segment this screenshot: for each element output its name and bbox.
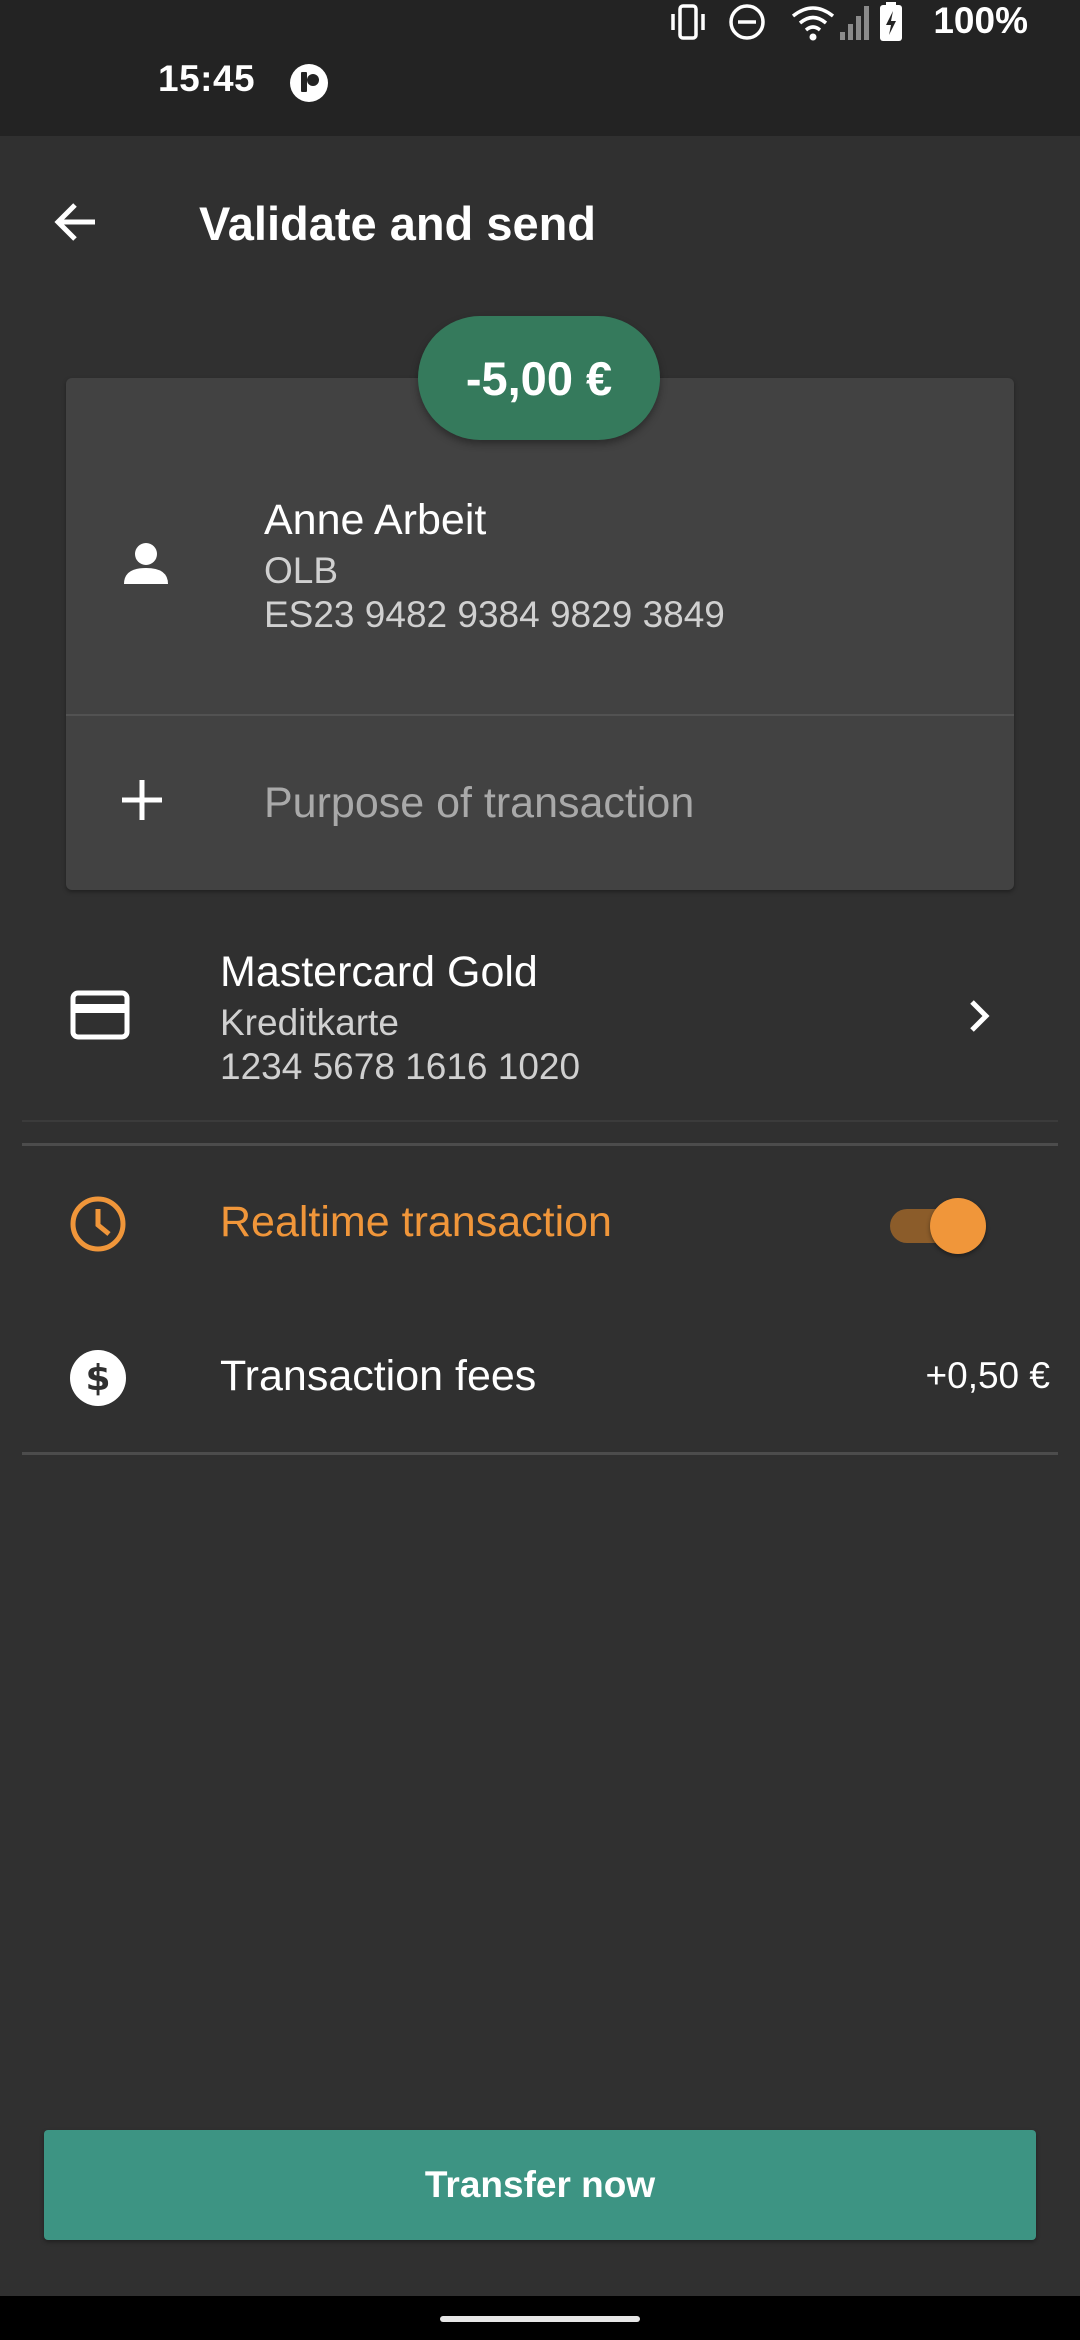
battery-percentage: 100% (933, 0, 1028, 41)
fees-label: Transaction fees (220, 1352, 537, 1400)
purpose-field[interactable]: Purpose of transaction (66, 716, 1014, 890)
realtime-transaction-row[interactable]: Realtime transaction (22, 1146, 1058, 1298)
account-type: Kreditkarte (220, 1002, 399, 1043)
account-selector[interactable]: Mastercard Gold Kreditkarte 1234 5678 16… (22, 920, 1058, 1120)
chevron-right-icon (962, 996, 996, 1041)
toggle-thumb (930, 1198, 986, 1254)
recipient-name: Anne Arbeit (264, 496, 487, 544)
fees-value: +0,50 € (925, 1355, 1050, 1396)
transaction-card: Anne Arbeit OLB ES23 9482 9384 9829 3849… (66, 378, 1014, 890)
wifi-icon (790, 0, 836, 49)
account-name: Mastercard Gold (220, 948, 538, 996)
page-title: Validate and send (199, 197, 597, 250)
plus-icon (120, 778, 164, 827)
home-gesture-handle[interactable] (440, 2316, 640, 2322)
person-icon (118, 536, 174, 597)
purpose-placeholder: Purpose of transaction (264, 779, 695, 827)
status-time: 15:45 (158, 58, 256, 99)
status-bar: 15:45 100% (0, 0, 1080, 136)
recipient-iban: ES23 9482 9384 9829 3849 (264, 594, 725, 635)
divider (22, 1452, 1058, 1455)
cell-signal-icon (838, 0, 872, 49)
realtime-label: Realtime transaction (220, 1198, 612, 1246)
navigation-bar (0, 2296, 1080, 2340)
back-button[interactable] (40, 188, 112, 260)
transfer-now-button[interactable]: Transfer now (44, 2130, 1036, 2240)
account-number: 1234 5678 1616 1020 (220, 1046, 581, 1087)
dollar-icon: $ (68, 1348, 128, 1413)
svg-text:$: $ (85, 1358, 110, 1399)
app-bar: Validate and send (0, 136, 1080, 292)
credit-card-icon (70, 990, 130, 1045)
battery-charging-icon (878, 0, 904, 49)
vibrate-icon (668, 0, 708, 49)
recipient-bank: OLB (264, 550, 339, 591)
clock-icon (68, 1194, 128, 1259)
realtime-toggle[interactable] (888, 1194, 988, 1254)
arrow-back-icon (51, 197, 101, 252)
amount-badge: -5,00 € (418, 316, 660, 440)
divider (22, 1120, 1058, 1122)
do-not-disturb-icon (726, 0, 768, 49)
transaction-fees-row: $ Transaction fees +0,50 € (22, 1298, 1058, 1454)
app-notification-icon (288, 62, 330, 109)
